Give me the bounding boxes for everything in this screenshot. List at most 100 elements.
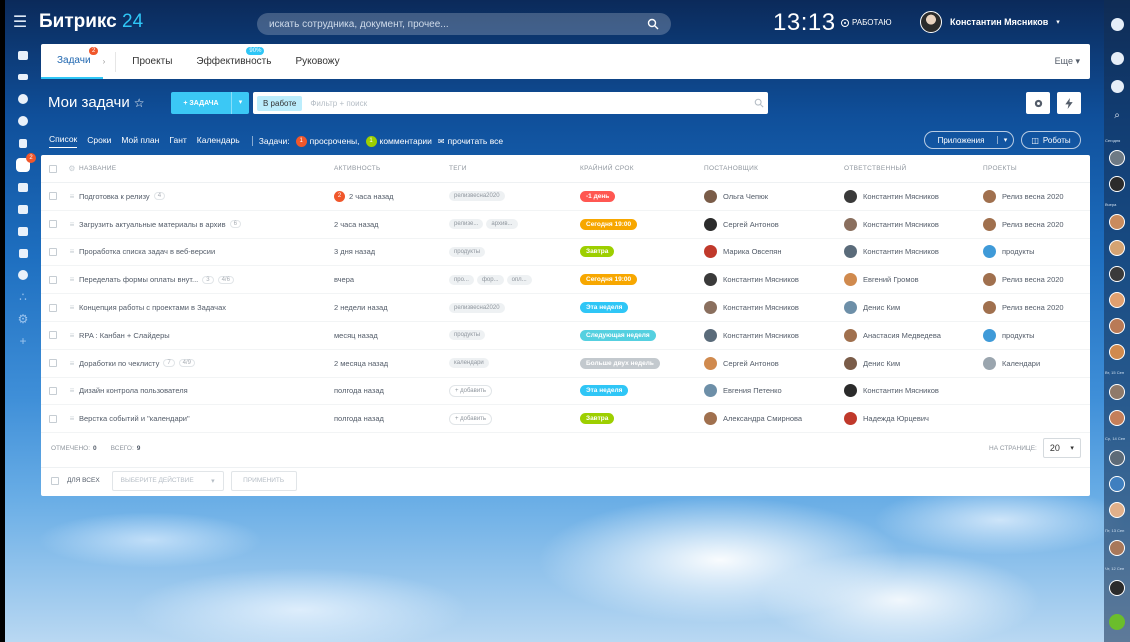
filter-search[interactable]: В работе	[253, 92, 768, 114]
apply-button[interactable]: ПРИМЕНИТЬ	[230, 470, 297, 491]
creator-name[interactable]: Сергей Антонов	[723, 359, 779, 368]
tab-efficiency[interactable]: Эффективность 90%	[184, 44, 283, 79]
tab-tasks[interactable]: Задачи 2	[41, 44, 103, 79]
counter-overdue[interactable]: 1 просрочены,	[295, 135, 360, 147]
row-checkbox[interactable]	[49, 247, 57, 256]
responsible-name[interactable]: Надежда Юрцевич	[863, 414, 929, 423]
table-row[interactable]: ≡ Концепция работы с проектами в Задачах 2…	[41, 294, 1090, 322]
deadline-pill[interactable]: Завтра	[580, 246, 615, 258]
project-name[interactable]: Календари	[1002, 359, 1040, 368]
deadline-pill[interactable]: -1 день	[580, 190, 616, 202]
for-all-checkbox[interactable]	[51, 476, 59, 485]
select-all-checkbox[interactable]	[41, 164, 65, 173]
right-search-button[interactable]: ⌕	[1104, 110, 1130, 123]
contact-avatar[interactable]	[1104, 240, 1130, 256]
project-name[interactable]: продукты	[1002, 247, 1035, 256]
menu-icon[interactable]: ☰	[5, 12, 35, 32]
sidebar-item-more[interactable]	[12, 264, 34, 286]
deadline-pill[interactable]: Сегодня 19:00	[580, 218, 638, 230]
tag[interactable]: + добавить	[449, 384, 493, 397]
creator-name[interactable]: Александра Смирнова	[723, 414, 802, 423]
row-checkbox[interactable]	[49, 414, 57, 423]
sidebar-item-time[interactable]	[12, 110, 34, 132]
row-checkbox[interactable]	[49, 220, 57, 229]
automation-button[interactable]	[1057, 92, 1081, 114]
row-checkbox[interactable]	[49, 359, 57, 368]
tabs-more-button[interactable]: Еще ▾	[1055, 56, 1080, 67]
sidebar-item-apps[interactable]	[12, 242, 34, 264]
gear-icon[interactable]: ⚙	[65, 164, 79, 173]
deadline-pill[interactable]: Эта неделя	[580, 385, 629, 397]
tag[interactable]: продукты	[449, 246, 486, 257]
robots-button[interactable]: ◫ Роботы	[1021, 131, 1081, 149]
work-status[interactable]: РАБОТАЮ	[841, 18, 892, 27]
contact-avatar[interactable]	[1104, 214, 1130, 230]
view-gantt[interactable]: Гант	[169, 135, 186, 148]
row-menu-icon[interactable]: ≡	[65, 414, 79, 423]
row-menu-icon[interactable]: ≡	[65, 359, 79, 368]
task-name[interactable]: Доработки по чеклисту	[79, 359, 159, 368]
column-activity[interactable]: АКТИВНОСТЬ	[334, 165, 449, 172]
sidebar-item-settings[interactable]: ⚙	[12, 308, 34, 330]
row-checkbox[interactable]	[49, 331, 57, 340]
creator-name[interactable]: Евгения Петенко	[723, 386, 782, 395]
table-row[interactable]: ≡ Загрузить актуальные материалы в архив 6…	[41, 211, 1090, 239]
task-name[interactable]: Подготовка к релизу	[79, 192, 150, 201]
creator-name[interactable]: Ольга Чепюк	[723, 192, 768, 201]
column-creator[interactable]: ПОСТАНОВЩИК	[704, 165, 844, 172]
counter-comments[interactable]: 1 комментарии	[365, 135, 432, 147]
contact-avatar[interactable]	[1104, 502, 1130, 518]
table-row[interactable]: ≡ Доработки по чеклисту 7 4/9 2 месяца назад…	[41, 350, 1090, 378]
creator-name[interactable]: Константин Мясников	[723, 275, 799, 284]
row-menu-icon[interactable]: ≡	[65, 386, 79, 395]
task-name[interactable]: Дизайн контрола пользователя	[79, 386, 188, 395]
filter-chip[interactable]: В работе	[257, 95, 303, 111]
contact-avatar[interactable]	[1104, 410, 1130, 426]
chevron-down-icon[interactable]: ▾	[997, 136, 1013, 144]
table-row[interactable]: ≡ Верстка событий и "календари" полгода на…	[41, 405, 1090, 434]
sidebar-item-structure[interactable]: ∴	[12, 286, 34, 308]
project-name[interactable]: продукты	[1002, 331, 1035, 340]
table-row[interactable]: ≡ RPA : Канбан + Слайдеры месяц назад проду…	[41, 322, 1090, 350]
row-menu-icon[interactable]: ≡	[65, 275, 79, 284]
view-calendar[interactable]: Календарь	[197, 135, 240, 148]
tag[interactable]: календари	[449, 358, 489, 369]
read-all-link[interactable]: ✉ прочитать все	[438, 136, 503, 146]
deadline-pill[interactable]: Завтра	[580, 413, 615, 425]
contact-avatar[interactable]	[1104, 292, 1130, 308]
tab-projects[interactable]: Проекты	[120, 44, 184, 79]
logo[interactable]: Битрикс 24	[39, 11, 143, 33]
sidebar-item-chat[interactable]	[12, 88, 34, 110]
contact-avatar[interactable]	[1104, 344, 1130, 360]
contact-avatar[interactable]	[1104, 150, 1130, 166]
notifications-button[interactable]	[1104, 52, 1130, 65]
settings-button[interactable]	[1026, 92, 1050, 114]
sidebar-item-add[interactable]: +	[12, 330, 34, 352]
row-checkbox[interactable]	[49, 386, 57, 395]
action-select[interactable]: ВЫБЕРИТЕ ДЕЙСТВИЕ ▾	[111, 470, 224, 491]
project-name[interactable]: Релиз весна 2020	[1002, 275, 1064, 284]
clock[interactable]: 13:13	[773, 9, 836, 37]
contact-avatar[interactable]	[1104, 450, 1130, 466]
search-icon[interactable]	[647, 18, 659, 30]
responsible-name[interactable]: Константин Мясников	[863, 192, 939, 201]
time-button[interactable]	[1104, 80, 1130, 93]
responsible-name[interactable]: Константин Мясников	[863, 247, 939, 256]
per-page-select[interactable]: 20 ▾	[1042, 438, 1081, 458]
help-button[interactable]	[1104, 18, 1130, 31]
row-menu-icon[interactable]: ≡	[65, 220, 79, 229]
contact-avatar[interactable]	[1104, 384, 1130, 400]
contact-avatar[interactable]	[1104, 266, 1130, 282]
table-row[interactable]: ≡ Дизайн контрола пользователя полгода наз…	[41, 378, 1090, 406]
responsible-name[interactable]: Анастасия Медведева	[863, 331, 941, 340]
row-menu-icon[interactable]: ≡	[65, 247, 79, 256]
view-my-plan[interactable]: Мой план	[121, 135, 159, 148]
deadline-pill[interactable]: Следующая неделя	[580, 329, 656, 341]
view-list[interactable]: Список	[49, 134, 78, 148]
row-checkbox[interactable]	[49, 275, 57, 284]
global-search[interactable]	[257, 13, 671, 35]
row-menu-icon[interactable]: ≡	[65, 331, 79, 340]
project-name[interactable]: Релиз весна 2020	[1002, 192, 1064, 201]
tag[interactable]: релизвесна2020	[449, 302, 505, 313]
sidebar-item-disk[interactable]	[12, 176, 34, 198]
